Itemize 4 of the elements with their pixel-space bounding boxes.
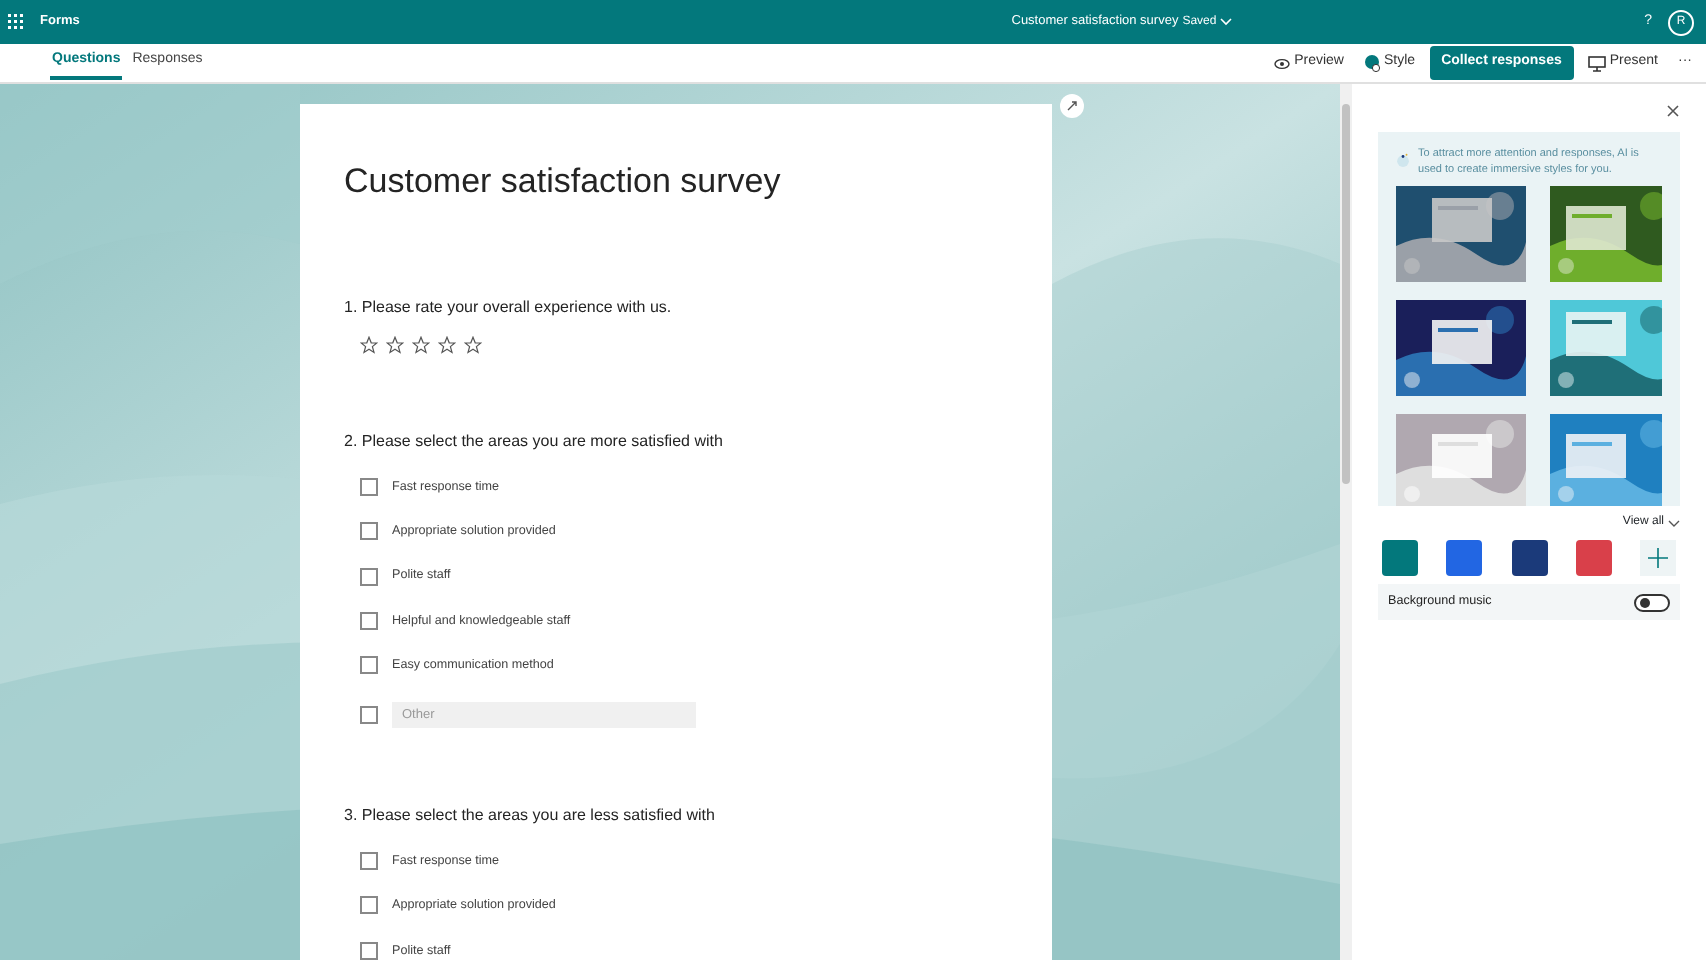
question-text: 1. Please rate your overall experience with us. (344, 295, 672, 319)
question-text: 2. Please select the areas you are more satisfied with (344, 429, 723, 453)
question-text: 3. Please select the areas you are less satisfied with (344, 803, 715, 828)
form-heading: Customer satisfaction survey (344, 160, 781, 204)
